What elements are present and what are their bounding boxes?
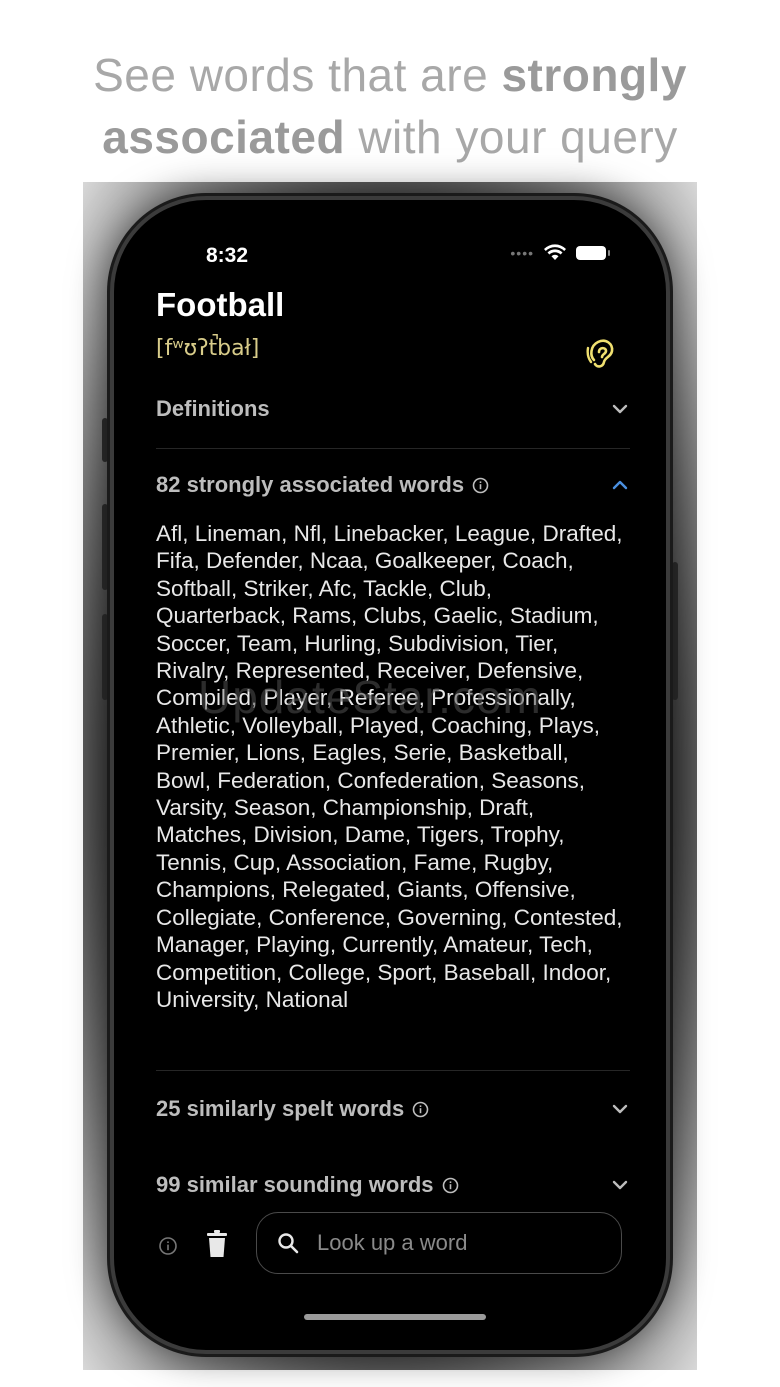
associated-words-list: Afl, Lineman, Nfl, Linebacker, League, D… <box>156 521 623 1012</box>
info-icon[interactable] <box>158 1236 178 1256</box>
section-divider <box>156 448 630 449</box>
associated-words-label: 82 strongly associated words <box>156 472 465 497</box>
word-title: Football <box>156 286 285 323</box>
similar-sounding-row[interactable]: 99 similar sounding words <box>156 1172 630 1198</box>
search-field[interactable] <box>256 1212 622 1274</box>
chevron-up-icon <box>612 480 628 490</box>
status-time: 8:32 <box>206 244 249 267</box>
info-icon[interactable] <box>442 1177 459 1194</box>
definitions-label: Definitions <box>156 396 270 421</box>
chevron-down-icon <box>612 1104 628 1114</box>
phone-volume-down <box>102 614 108 700</box>
definitions-row[interactable]: Definitions <box>156 396 630 422</box>
headline-bold2: associated <box>102 111 346 163</box>
chevron-down-icon <box>612 404 628 414</box>
watermark: UpdateStar.com <box>198 671 542 723</box>
trash-icon[interactable] <box>206 1230 228 1258</box>
phone-volume-up <box>102 504 108 590</box>
home-indicator[interactable] <box>304 1314 486 1320</box>
associated-words-header: 82 strongly associated words <box>156 472 489 498</box>
wifi-icon <box>544 244 566 260</box>
similar-sounding-header: 99 similar sounding words <box>156 1172 459 1198</box>
search-icon <box>278 1233 299 1254</box>
info-icon[interactable] <box>412 1101 429 1118</box>
section-divider <box>156 1070 630 1071</box>
phone-power-button <box>672 562 678 700</box>
info-icon[interactable] <box>472 477 489 494</box>
word-phonetic: [fʷʊʔt̚bał] <box>156 336 260 361</box>
phone-silent-switch <box>102 418 108 462</box>
promo-headline: See words that are strongly associated w… <box>0 44 780 168</box>
similar-sounding-label: 99 similar sounding words <box>156 1172 434 1197</box>
search-input[interactable] <box>315 1229 599 1257</box>
headline-part2: with your query <box>345 111 678 163</box>
headline-bold1: strongly <box>501 49 687 101</box>
associated-words-row[interactable]: 82 strongly associated words <box>156 472 630 498</box>
chevron-down-icon <box>612 1180 628 1190</box>
similarly-spelt-label: 25 similarly spelt words <box>156 1096 405 1121</box>
phone-screen: 8:32 •••• Football [fʷʊʔt̚bał] Definitio… <box>110 196 670 1354</box>
similarly-spelt-header: 25 similarly spelt words <box>156 1096 429 1122</box>
status-icons: •••• <box>510 244 610 261</box>
ear-pronounce-icon[interactable] <box>586 336 616 370</box>
headline-part1: See words that are <box>93 49 502 101</box>
battery-icon <box>576 245 610 260</box>
bottom-toolbar <box>156 1212 630 1282</box>
signal-icon: •••• <box>510 244 534 261</box>
similarly-spelt-row[interactable]: 25 similarly spelt words <box>156 1096 630 1122</box>
